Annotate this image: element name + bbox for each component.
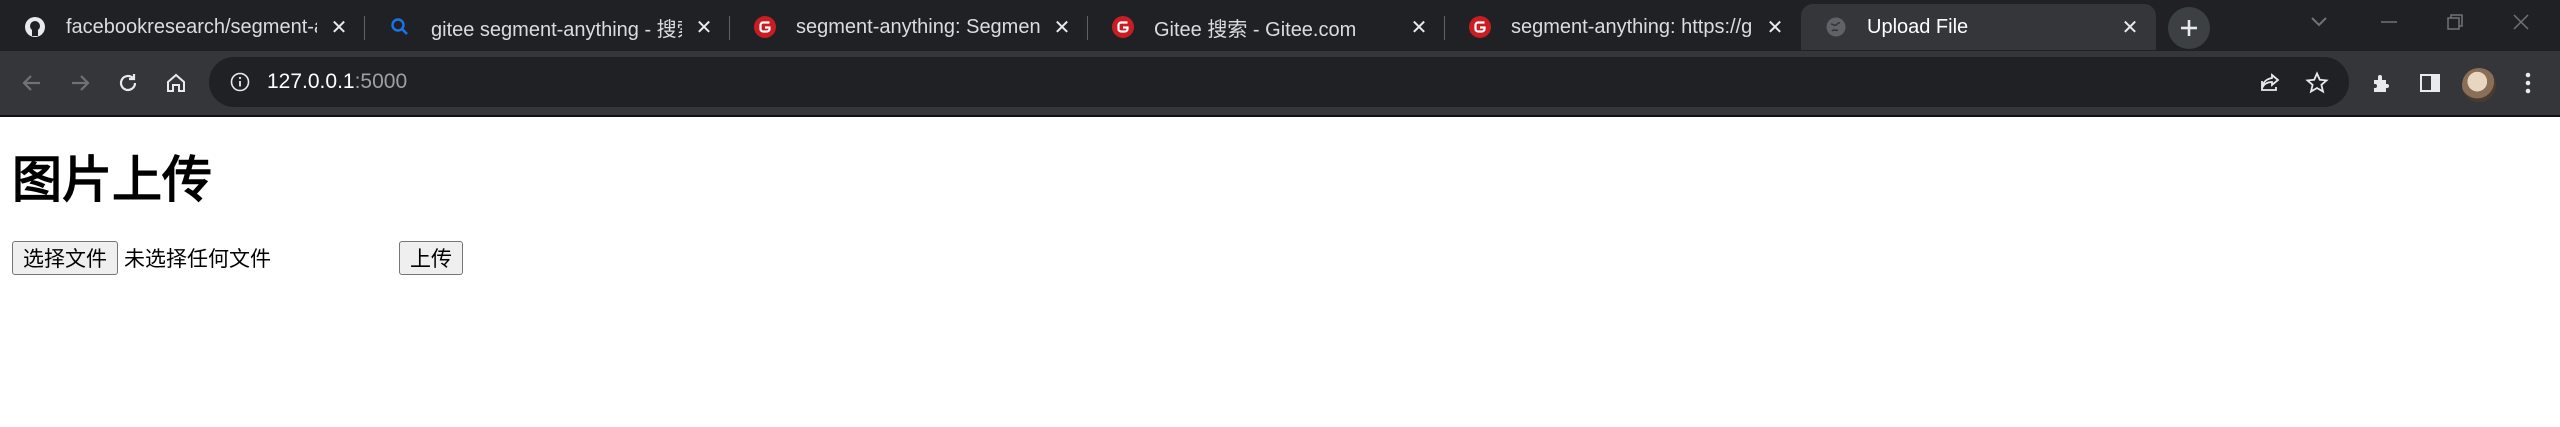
upload-button[interactable]: 上传 (399, 241, 463, 275)
choose-file-button[interactable]: 选择文件 (12, 241, 118, 275)
close-icon[interactable]: ✕ (1407, 15, 1431, 39)
minimize-icon[interactable] (2356, 0, 2422, 44)
gitee-icon (1112, 16, 1134, 38)
forward-icon[interactable] (62, 65, 98, 101)
address-bar[interactable]: 127.0.0.1:5000 (209, 57, 2349, 107)
tab-title: facebookresearch/segment-anything (66, 15, 317, 38)
tab-gitee-segment[interactable]: segment-anything: Segment Anything ✕ (730, 4, 1088, 50)
tab-github[interactable]: facebookresearch/segment-anything ✕ (0, 4, 365, 50)
tab-title: gitee segment-anything - 搜索 (431, 18, 682, 41)
extensions-icon[interactable] (2364, 65, 2400, 101)
upload-form: 选择文件 未选择任何文件 上传 (12, 241, 2548, 275)
share-icon[interactable] (2255, 68, 2285, 98)
no-file-selected-text: 未选择任何文件 (124, 247, 271, 271)
tab-strip: facebookresearch/segment-anything ✕ gite… (0, 0, 2560, 51)
close-icon[interactable]: ✕ (1763, 15, 1787, 39)
search-icon (389, 16, 411, 38)
gitee-icon (754, 16, 776, 38)
tab-title: segment-anything: Segment Anything (796, 15, 1040, 38)
url-text: 127.0.0.1:5000 (267, 70, 407, 94)
tab-title: Upload File (1867, 15, 1969, 38)
tab-search-dropdown-icon[interactable] (2286, 0, 2352, 44)
tab-search[interactable]: gitee segment-anything - 搜索 ✕ (365, 4, 730, 50)
close-icon[interactable]: ✕ (2118, 15, 2142, 39)
close-window-icon[interactable] (2488, 0, 2554, 44)
tab-title: Gitee 搜索 - Gitee.com (1154, 18, 1357, 41)
close-icon[interactable]: ✕ (1050, 15, 1074, 39)
url-port: :5000 (354, 70, 408, 93)
site-info-icon[interactable] (229, 71, 251, 93)
page-content: 图片上传 选择文件 未选择任何文件 上传 (0, 117, 2560, 275)
tab-gitee-repo[interactable]: segment-anything: https://github.com ✕ (1445, 4, 1801, 50)
menu-kebab-icon[interactable] (2510, 65, 2546, 101)
bookmark-star-icon[interactable] (2302, 68, 2332, 98)
home-icon[interactable] (158, 65, 194, 101)
new-tab-button[interactable] (2168, 7, 2210, 49)
side-panel-icon[interactable] (2412, 65, 2448, 101)
restore-icon[interactable] (2422, 0, 2488, 44)
reload-icon[interactable] (110, 65, 146, 101)
page-heading: 图片上传 (12, 151, 212, 209)
github-icon (24, 16, 46, 38)
back-icon[interactable] (14, 65, 50, 101)
tab-upload-file[interactable]: Upload File ✕ (1801, 4, 2156, 50)
tab-title: segment-anything: https://github.com (1511, 15, 1753, 38)
profile-avatar[interactable] (2462, 68, 2496, 102)
browser-chrome: facebookresearch/segment-anything ✕ gite… (0, 0, 2560, 117)
browser-toolbar: 127.0.0.1:5000 (0, 51, 2560, 117)
url-host: 127.0.0.1 (267, 70, 355, 93)
gitee-icon (1469, 16, 1491, 38)
close-icon[interactable]: ✕ (692, 15, 716, 39)
tab-gitee-search[interactable]: Gitee 搜索 - Gitee.com ✕ (1088, 4, 1445, 50)
close-icon[interactable]: ✕ (327, 15, 351, 39)
globe-icon (1825, 16, 1847, 38)
